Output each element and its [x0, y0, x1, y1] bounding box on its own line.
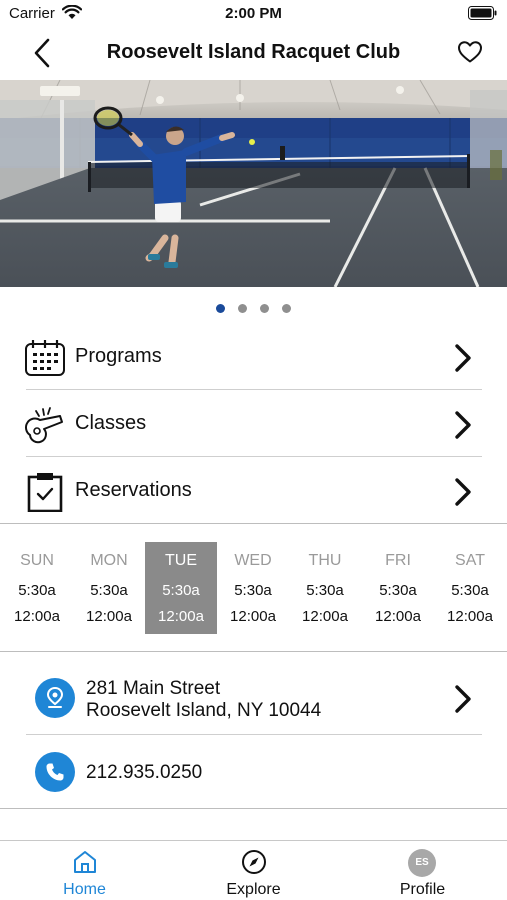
phone-icon [35, 752, 75, 792]
chevron-right-icon [455, 478, 471, 506]
day-name: TUE [165, 552, 197, 569]
page-dot[interactable] [282, 304, 291, 313]
day-column-wed[interactable]: WED 5:30a 12:00a [217, 542, 289, 634]
closing-time: 12:00a [14, 608, 60, 625]
address-line-1: 281 Main Street [86, 678, 221, 699]
day-name: MON [90, 552, 128, 569]
day-column-thu[interactable]: THU 5:30a 12:00a [289, 542, 361, 634]
menu-item-reservations[interactable]: Reservations [0, 458, 507, 525]
tab-home[interactable]: Home [0, 841, 169, 900]
menu-item-label: Classes [75, 412, 147, 434]
divider [0, 651, 507, 652]
home-icon [74, 851, 96, 873]
carousel-page-indicator[interactable] [0, 304, 507, 313]
avatar: ES [408, 849, 436, 877]
status-bar: Carrier 2:00 PM [0, 0, 507, 28]
opening-time: 5:30a [18, 582, 56, 599]
heart-icon[interactable] [457, 40, 483, 64]
clipboard-check-icon [27, 473, 63, 512]
page-title: Roosevelt Island Racquet Club [106, 41, 401, 63]
closing-time: 12:00a [158, 608, 204, 625]
divider [26, 734, 482, 735]
menu-item-label: Reservations [75, 479, 192, 501]
tennis-court-photo [0, 80, 507, 287]
chevron-right-icon [455, 344, 471, 372]
opening-time: 5:30a [162, 582, 200, 599]
day-name: FRI [385, 552, 411, 569]
menu-item-classes[interactable]: Classes [0, 391, 507, 458]
divider [0, 523, 507, 524]
day-name: SAT [455, 552, 485, 569]
phone-row[interactable]: 212.935.0250 [0, 738, 507, 806]
divider [0, 808, 507, 809]
calendar-icon [25, 340, 65, 376]
tab-label: Explore [226, 881, 281, 898]
back-chevron-icon[interactable] [30, 37, 54, 69]
day-name: THU [308, 552, 342, 569]
battery-icon [468, 6, 497, 20]
tab-label: Profile [399, 881, 446, 898]
closing-time: 12:00a [86, 608, 132, 625]
address-line-2: Roosevelt Island, NY 10044 [86, 700, 322, 721]
chevron-right-icon [455, 685, 471, 713]
page-dot[interactable] [216, 304, 225, 313]
phone-number: 212.935.0250 [86, 762, 203, 783]
divider [26, 456, 482, 457]
tab-profile[interactable]: ES Profile [338, 841, 507, 900]
address-row[interactable]: 281 Main Street Roosevelt Island, NY 100… [0, 665, 507, 733]
whistle-icon [25, 407, 63, 444]
day-column-mon[interactable]: MON 5:30a 12:00a [73, 542, 145, 634]
hero-image[interactable] [0, 80, 507, 287]
hours-schedule: SUN 5:30a 12:00a MON 5:30a 12:00a TUE 5:… [0, 542, 507, 634]
closing-time: 12:00a [302, 608, 348, 625]
opening-time: 5:30a [306, 582, 344, 599]
day-column-sat[interactable]: SAT 5:30a 12:00a [434, 542, 506, 634]
closing-time: 12:00a [375, 608, 421, 625]
day-column-tue[interactable]: TUE 5:30a 12:00a [145, 542, 217, 634]
tab-explore[interactable]: Explore [169, 841, 338, 900]
tab-bar: Home Explore ES Profile [0, 840, 507, 900]
day-column-fri[interactable]: FRI 5:30a 12:00a [362, 542, 434, 634]
day-name: SUN [20, 552, 54, 569]
status-time: 2:00 PM [225, 5, 282, 22]
day-column-sun[interactable]: SUN 5:30a 12:00a [1, 542, 73, 634]
menu-item-programs[interactable]: Programs [0, 324, 507, 391]
opening-time: 5:30a [379, 582, 417, 599]
page-dot[interactable] [260, 304, 269, 313]
closing-time: 12:00a [230, 608, 276, 625]
chevron-right-icon [455, 411, 471, 439]
opening-time: 5:30a [451, 582, 489, 599]
closing-time: 12:00a [447, 608, 493, 625]
compass-icon [242, 850, 266, 874]
menu-item-label: Programs [75, 345, 162, 367]
day-name: WED [234, 552, 272, 569]
divider [26, 389, 482, 390]
location-pin-icon [35, 678, 75, 718]
opening-time: 5:30a [90, 582, 128, 599]
opening-time: 5:30a [234, 582, 272, 599]
nav-bar: Roosevelt Island Racquet Club [0, 28, 507, 78]
tab-label: Home [63, 881, 106, 898]
page-dot[interactable] [238, 304, 247, 313]
